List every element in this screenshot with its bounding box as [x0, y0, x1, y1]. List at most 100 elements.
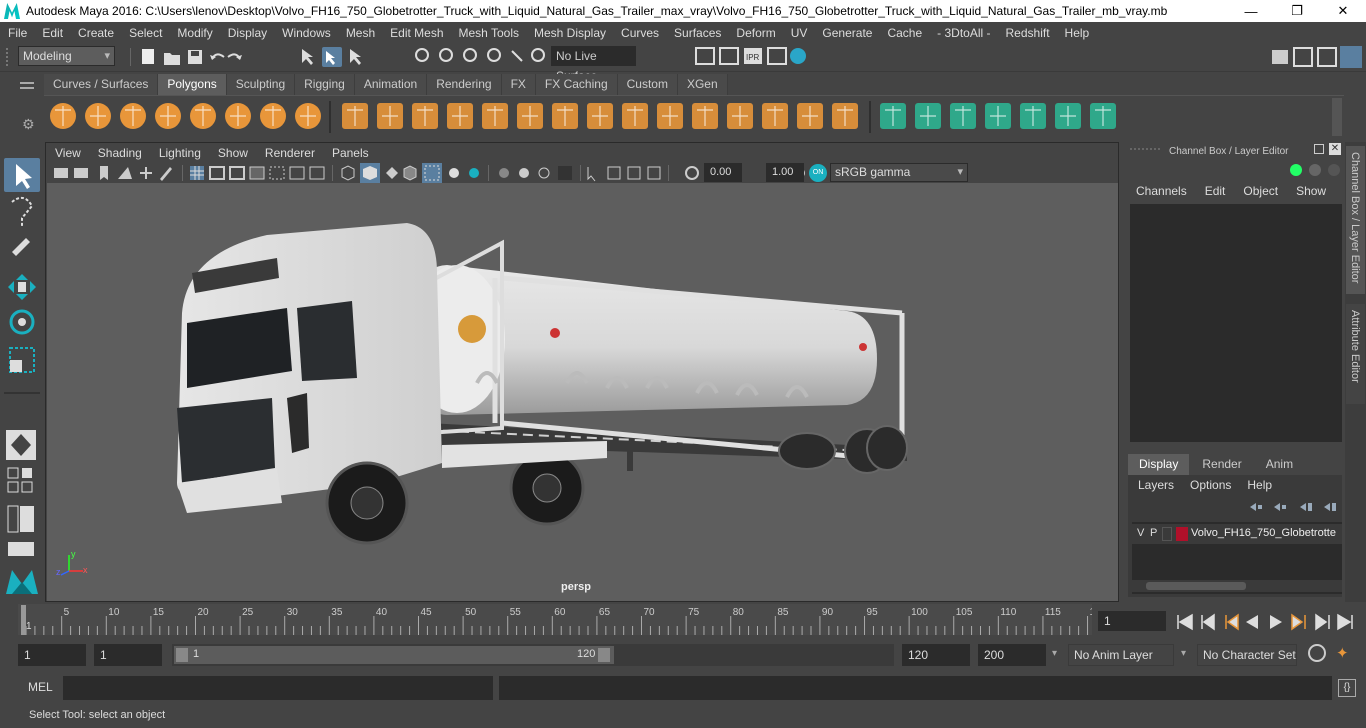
automatic-mapping-icon[interactable]: [985, 103, 1011, 129]
channel-box-speed-icon[interactable]: [1309, 164, 1321, 176]
channel-box-menu-edit[interactable]: Edit: [1205, 184, 1226, 202]
layer-tab-anim[interactable]: Anim: [1254, 454, 1305, 475]
menu-help[interactable]: Help: [1057, 26, 1097, 40]
grip-handle[interactable]: [6, 48, 14, 66]
range-bar[interactable]: 1 120: [172, 644, 894, 666]
anim-layer-dropdown[interactable]: No Anim Layer: [1068, 644, 1174, 666]
live-surface-field[interactable]: No Live Surface: [551, 46, 636, 83]
uv-editor-icon[interactable]: [1055, 103, 1081, 129]
viewport-menu-view[interactable]: View: [46, 146, 89, 160]
panel-grip[interactable]: [1130, 148, 1160, 150]
gamma-field[interactable]: 1.00: [766, 163, 804, 182]
layer-tab-render[interactable]: Render: [1191, 454, 1253, 475]
viewport-menu-renderer[interactable]: Renderer: [256, 146, 323, 160]
shelf-tab-rigging[interactable]: Rigging: [295, 74, 355, 95]
multi-cut-icon[interactable]: [727, 103, 753, 129]
float-panel-icon[interactable]: [1314, 144, 1324, 154]
insert-edge-loop-icon[interactable]: [797, 103, 823, 129]
menu-cache[interactable]: Cache: [879, 26, 929, 40]
exposure-field[interactable]: 0.00: [704, 163, 742, 182]
combine-icon[interactable]: [342, 103, 368, 129]
menu-deform[interactable]: Deform: [728, 26, 782, 40]
extract-icon[interactable]: [412, 103, 438, 129]
menu-file[interactable]: File: [0, 26, 34, 40]
cylindrical-mapping-icon[interactable]: [915, 103, 941, 129]
channel-box-hyper-icon[interactable]: [1328, 164, 1340, 176]
menu-uv[interactable]: UV: [783, 26, 815, 40]
close-panel-icon[interactable]: ✕: [1329, 143, 1341, 155]
layout-uvs-icon[interactable]: [1090, 103, 1116, 129]
boolean-icon[interactable]: [482, 103, 508, 129]
channel-box-menu-show[interactable]: Show: [1296, 184, 1326, 202]
shelf-tab-custom[interactable]: Custom: [617, 74, 678, 95]
auto-key-icon[interactable]: [1308, 644, 1326, 662]
channel-box-menu-channels[interactable]: Channels: [1136, 184, 1187, 202]
shelf-tab-polygons[interactable]: Polygons: [158, 74, 227, 95]
time-ruler[interactable]: 5 10 15 20 25 30 35 40 45 50 55 60 65 70 75 80 85 90 95 100…: [18, 604, 1101, 635]
unfold-icon[interactable]: [1020, 103, 1046, 129]
animation-preferences-icon[interactable]: ✦: [1336, 644, 1356, 664]
menu-mesh-tools[interactable]: Mesh Tools: [451, 26, 526, 40]
shelf-tab-animation[interactable]: Animation: [354, 74, 428, 95]
perspective-viewport[interactable]: y x z persp: [47, 183, 1118, 601]
pipe-icon[interactable]: [295, 103, 321, 129]
range-end-grip[interactable]: [598, 648, 610, 662]
close-button[interactable]: ✕: [1320, 0, 1366, 22]
mirror-icon[interactable]: [517, 103, 543, 129]
layer-horizontal-scrollbar[interactable]: [1132, 580, 1342, 592]
playback-start-field[interactable]: 1: [94, 644, 162, 666]
menu-select[interactable]: Select: [121, 26, 169, 40]
viewport-menu-shading[interactable]: Shading: [89, 146, 150, 160]
torus-icon[interactable]: [225, 103, 251, 129]
menu-3dtoall[interactable]: - 3DtoAll -: [929, 26, 997, 40]
playback-end-field[interactable]: 120: [902, 644, 970, 666]
layer-visibility-toggle[interactable]: V: [1137, 527, 1144, 539]
shelf-tab-xgen[interactable]: XGen: [677, 74, 728, 95]
menu-mesh-display[interactable]: Mesh Display: [526, 26, 613, 40]
shelf-tab-sculpting[interactable]: Sculpting: [226, 74, 296, 95]
shelf-menu-icon[interactable]: [20, 82, 34, 84]
smooth-icon[interactable]: [447, 103, 473, 129]
layer-tab-display[interactable]: Display: [1128, 454, 1190, 475]
character-set-dropdown[interactable]: No Character Set: [1197, 644, 1297, 666]
offset-edge-loop-icon[interactable]: [832, 103, 858, 129]
merge-icon[interactable]: [692, 103, 718, 129]
character-set-chevron-icon[interactable]: ▾: [1181, 648, 1186, 659]
extrude-icon[interactable]: [622, 103, 648, 129]
layer-row[interactable]: V P Volvo_FH16_750_Globetrotte: [1132, 524, 1342, 544]
shelf-tab-fx[interactable]: FX: [501, 74, 536, 95]
shelf-tab-fx-caching[interactable]: FX Caching: [535, 74, 618, 95]
menu-display[interactable]: Display: [220, 26, 274, 40]
minimize-button[interactable]: —: [1228, 0, 1274, 22]
menu-edit-mesh[interactable]: Edit Mesh: [382, 26, 450, 40]
layer-menu-layers[interactable]: Layers: [1138, 478, 1174, 496]
spherical-mapping-icon[interactable]: [950, 103, 976, 129]
cone-icon[interactable]: [155, 103, 181, 129]
viewport-menu-panels[interactable]: Panels: [323, 146, 377, 160]
target-weld-icon[interactable]: [762, 103, 788, 129]
menu-redshift[interactable]: Redshift: [998, 26, 1057, 40]
current-frame-field[interactable]: 1: [1098, 611, 1166, 631]
anim-layer-chevron-icon[interactable]: ▾: [1052, 648, 1057, 659]
animation-end-field[interactable]: 200: [978, 644, 1046, 666]
channel-list[interactable]: [1130, 204, 1342, 442]
range-handle[interactable]: [174, 646, 614, 664]
pyramid-icon[interactable]: [260, 103, 286, 129]
menu-surfaces[interactable]: Surfaces: [666, 26, 728, 40]
animation-start-field[interactable]: 1: [18, 644, 86, 666]
layer-reference-toggle[interactable]: [1162, 527, 1172, 541]
layer-name[interactable]: Volvo_FH16_750_Globetrotte: [1191, 527, 1336, 539]
menu-create[interactable]: Create: [70, 26, 121, 40]
layer-menu-options[interactable]: Options: [1190, 478, 1231, 496]
plane-icon[interactable]: [190, 103, 216, 129]
planar-mapping-icon[interactable]: [880, 103, 906, 129]
channel-box-manipulator-icon[interactable]: [1290, 164, 1302, 176]
menu-mesh[interactable]: Mesh: [338, 26, 382, 40]
menu-modify[interactable]: Modify: [169, 26, 219, 40]
bevel-icon[interactable]: [552, 103, 578, 129]
channel-box-menu-object[interactable]: Object: [1243, 184, 1278, 202]
layer-playback-toggle[interactable]: P: [1150, 527, 1157, 539]
viewport-menu-show[interactable]: Show: [209, 146, 256, 160]
sphere-icon[interactable]: [50, 103, 76, 129]
cylinder-icon[interactable]: [120, 103, 146, 129]
